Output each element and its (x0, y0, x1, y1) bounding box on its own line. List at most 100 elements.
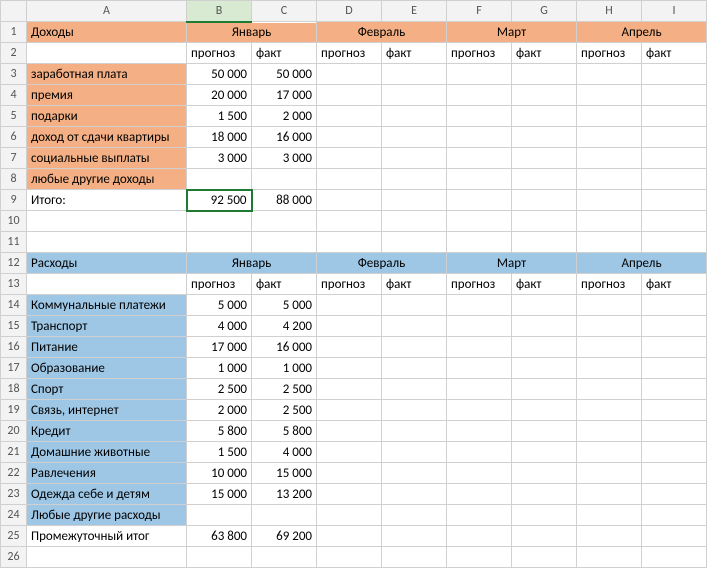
row-header[interactable]: 2 (1, 43, 27, 64)
cell[interactable] (447, 169, 512, 190)
cell[interactable] (512, 316, 577, 337)
row-header[interactable]: 23 (1, 484, 27, 505)
cell[interactable] (382, 211, 447, 232)
row-header[interactable]: 3 (1, 64, 27, 85)
cell[interactable] (512, 358, 577, 379)
cell[interactable] (642, 85, 707, 106)
cell[interactable] (447, 526, 512, 547)
cell[interactable] (512, 526, 577, 547)
cell[interactable] (27, 547, 187, 568)
row-header[interactable]: 9 (1, 190, 27, 211)
subheader-fakt[interactable]: факт (642, 43, 707, 64)
row-header[interactable]: 10 (1, 211, 27, 232)
subheader-prognoz[interactable]: прогноз (447, 43, 512, 64)
cell[interactable] (447, 463, 512, 484)
cell[interactable] (642, 484, 707, 505)
cell[interactable] (317, 85, 382, 106)
cell[interactable]: 69 200 (252, 526, 317, 547)
cell[interactable] (512, 547, 577, 568)
cell[interactable] (642, 316, 707, 337)
month-header[interactable]: Апрель (577, 22, 707, 43)
cell[interactable] (447, 337, 512, 358)
row-header[interactable]: 22 (1, 463, 27, 484)
cell[interactable] (252, 232, 317, 253)
cell[interactable] (642, 505, 707, 526)
subheader-prognoz[interactable]: прогноз (317, 274, 382, 295)
row-header[interactable]: 19 (1, 400, 27, 421)
cell[interactable] (382, 442, 447, 463)
cell[interactable] (512, 484, 577, 505)
col-header-F[interactable]: F (447, 1, 512, 22)
cell[interactable]: 13 200 (252, 484, 317, 505)
cell[interactable]: 1 500 (187, 442, 252, 463)
cell[interactable] (512, 442, 577, 463)
cell[interactable] (447, 505, 512, 526)
subheader-fakt[interactable]: факт (512, 43, 577, 64)
cell[interactable] (577, 526, 642, 547)
select-all-corner[interactable] (1, 1, 27, 22)
cell[interactable] (577, 337, 642, 358)
cell[interactable] (447, 295, 512, 316)
cell[interactable] (252, 169, 317, 190)
cell[interactable] (382, 337, 447, 358)
cell[interactable]: 3 000 (252, 148, 317, 169)
cell[interactable]: 1 500 (187, 106, 252, 127)
cell[interactable] (447, 64, 512, 85)
subheader-prognoz[interactable]: прогноз (577, 274, 642, 295)
cell[interactable] (27, 211, 187, 232)
cell[interactable] (317, 526, 382, 547)
cell[interactable] (642, 64, 707, 85)
cell[interactable] (447, 211, 512, 232)
cell[interactable] (447, 379, 512, 400)
row-header[interactable]: 15 (1, 316, 27, 337)
month-header[interactable]: Январь (187, 22, 317, 43)
cell[interactable] (382, 232, 447, 253)
cell[interactable]: 2 500 (187, 379, 252, 400)
cell[interactable]: 63 800 (187, 526, 252, 547)
cell[interactable] (642, 190, 707, 211)
cell[interactable] (317, 442, 382, 463)
cell[interactable] (317, 400, 382, 421)
cell[interactable] (512, 421, 577, 442)
cell[interactable]: 50 000 (187, 64, 252, 85)
cell[interactable] (317, 211, 382, 232)
row-header[interactable]: 17 (1, 358, 27, 379)
cell[interactable] (382, 64, 447, 85)
cell[interactable]: 4 000 (187, 316, 252, 337)
cell[interactable] (577, 358, 642, 379)
cell[interactable]: 15 000 (187, 484, 252, 505)
cell[interactable] (382, 358, 447, 379)
cell[interactable] (577, 169, 642, 190)
expense-item-label[interactable]: Связь, интернет (27, 400, 187, 421)
col-header-D[interactable]: D (317, 1, 382, 22)
cell[interactable] (382, 127, 447, 148)
cell[interactable] (642, 211, 707, 232)
cell[interactable]: 4 000 (252, 442, 317, 463)
row-header[interactable]: 11 (1, 232, 27, 253)
cell[interactable] (512, 505, 577, 526)
cell[interactable] (317, 148, 382, 169)
cell[interactable] (577, 316, 642, 337)
row-header[interactable]: 5 (1, 106, 27, 127)
expense-item-label[interactable]: Домашние животные (27, 442, 187, 463)
cell[interactable]: 88 000 (252, 190, 317, 211)
cell[interactable] (512, 337, 577, 358)
expense-item-label[interactable]: Одежда себе и детям (27, 484, 187, 505)
expense-item-label[interactable]: Равлечения (27, 463, 187, 484)
row-header[interactable]: 8 (1, 169, 27, 190)
cell[interactable] (252, 547, 317, 568)
cell[interactable] (577, 442, 642, 463)
cell[interactable] (187, 169, 252, 190)
month-header[interactable]: Февраль (317, 22, 447, 43)
spreadsheet-grid[interactable]: A B C D E F G H I 1 Доходы Январь Феврал… (0, 0, 707, 568)
cell[interactable] (577, 379, 642, 400)
col-header-E[interactable]: E (382, 1, 447, 22)
cell[interactable] (382, 547, 447, 568)
cell[interactable] (512, 463, 577, 484)
cell[interactable] (447, 547, 512, 568)
cell[interactable] (382, 85, 447, 106)
cell[interactable] (642, 232, 707, 253)
month-header[interactable]: Февраль (317, 253, 447, 274)
cell[interactable]: 5 800 (252, 421, 317, 442)
cell[interactable] (447, 106, 512, 127)
